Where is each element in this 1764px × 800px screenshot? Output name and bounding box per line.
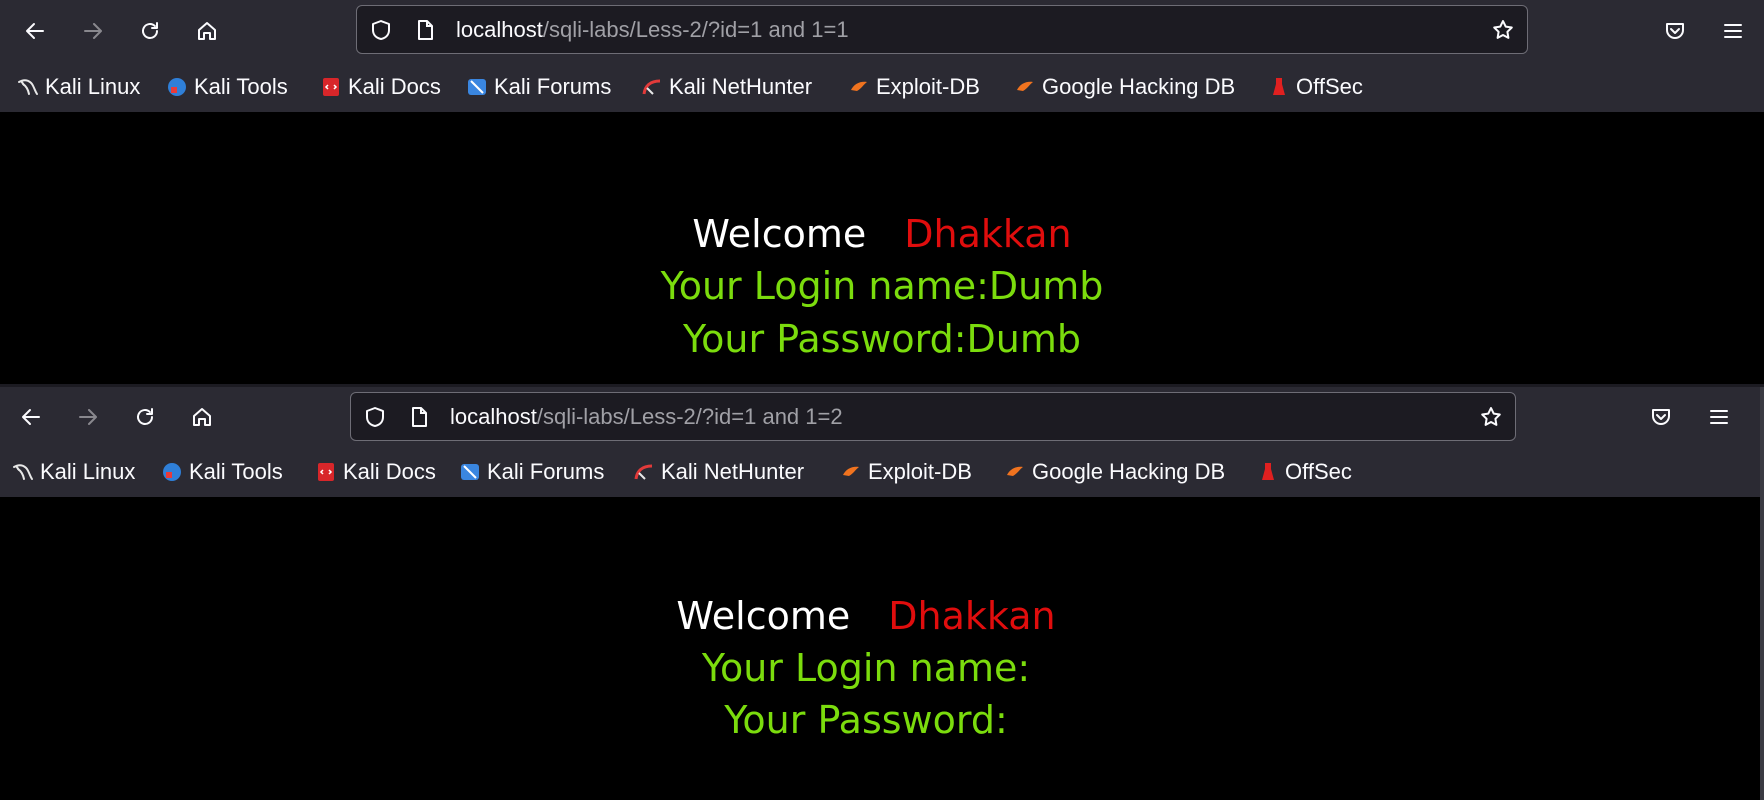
- bookmark-kali-tools[interactable]: Kali Tools: [161, 447, 283, 497]
- url-path: /sqli-labs/Less-2/?id=1 and 1=1: [542, 17, 849, 42]
- bookmark-kali-forums[interactable]: Kali Forums: [459, 447, 604, 497]
- bookmark-offsec[interactable]: OffSec: [1257, 447, 1352, 497]
- bookmark-star-icon[interactable]: [1479, 405, 1503, 429]
- exploit-db-icon: [840, 461, 862, 483]
- bookmark-kali-forums[interactable]: Kali Forums: [466, 62, 611, 112]
- bookmark-label: OffSec: [1285, 459, 1352, 484]
- kali-nethunter-icon: [641, 76, 663, 98]
- bookmark-kali-docs[interactable]: Kali Docs: [315, 447, 436, 497]
- kali-nethunter-icon: [633, 461, 655, 483]
- bookmark-label: Kali Forums: [494, 74, 612, 99]
- bookmark-kali-nethunter[interactable]: Kali NetHunter: [641, 62, 812, 112]
- home-icon[interactable]: [187, 11, 227, 51]
- url-path: /sqli-labs/Less-2/?id=1 and 1=2: [536, 404, 843, 429]
- back-arrow-icon[interactable]: [11, 397, 51, 437]
- bookmark-offsec[interactable]: OffSec: [1268, 62, 1363, 112]
- ghdb-icon: [1014, 76, 1036, 98]
- welcome-text: Welcome: [692, 212, 867, 256]
- bookmark-kali-linux[interactable]: Kali Linux: [17, 62, 140, 112]
- kali-docs-icon: [315, 461, 337, 483]
- bookmark-kali-linux[interactable]: Kali Linux: [12, 447, 135, 497]
- bookmark-star-icon[interactable]: [1491, 18, 1515, 42]
- url-text[interactable]: localhost/sqli-labs/Less-2/?id=1 and 1=2: [450, 393, 843, 440]
- bookmark-label: Kali Tools: [194, 74, 288, 99]
- url-host: localhost: [450, 404, 537, 429]
- bookmark-google-hacking-db[interactable]: Google Hacking DB: [1014, 62, 1235, 112]
- bookmark-label: Google Hacking DB: [1042, 74, 1236, 99]
- offsec-icon: [1257, 461, 1279, 483]
- window-edge: [1760, 387, 1764, 800]
- bookmark-exploit-db[interactable]: Exploit-DB: [840, 447, 972, 497]
- browser-window-1: localhost/sqli-labs/Less-2/?id=1 and 1=1…: [0, 0, 1764, 384]
- url-bar[interactable]: localhost/sqli-labs/Less-2/?id=1 and 1=1: [356, 5, 1528, 54]
- forward-arrow-icon[interactable]: [73, 11, 113, 51]
- bookmark-label: Exploit-DB: [868, 459, 972, 484]
- url-host: localhost: [456, 17, 543, 42]
- hamburger-menu-icon[interactable]: [1713, 11, 1753, 51]
- kali-docs-icon: [320, 76, 342, 98]
- home-icon[interactable]: [182, 397, 222, 437]
- bookmark-kali-tools[interactable]: Kali Tools: [166, 62, 288, 112]
- bookmark-google-hacking-db[interactable]: Google Hacking DB: [1004, 447, 1225, 497]
- kali-forums-icon: [459, 461, 481, 483]
- navigation-toolbar: localhost/sqli-labs/Less-2/?id=1 and 1=2: [0, 387, 1764, 449]
- reload-icon[interactable]: [130, 11, 170, 51]
- bookmark-label: Kali Linux: [45, 74, 141, 99]
- welcome-line: Welcome Dhakkan: [0, 590, 1748, 642]
- url-bar[interactable]: localhost/sqli-labs/Less-2/?id=1 and 1=2: [350, 392, 1516, 441]
- offsec-icon: [1268, 76, 1290, 98]
- page-content: Welcome Dhakkan Your Login name:Dumb Your…: [0, 112, 1764, 384]
- password-line: Your Password:: [724, 698, 1008, 742]
- page-info-icon[interactable]: [413, 18, 437, 42]
- login-name-line: Your Login name:: [701, 646, 1031, 690]
- kali-forums-icon: [466, 76, 488, 98]
- bookmarks-toolbar: Kali Linux Kali Tools Kali Docs Kali For…: [0, 447, 1764, 497]
- tracking-shield-icon[interactable]: [369, 18, 393, 42]
- page-info-icon[interactable]: [407, 405, 431, 429]
- bookmark-label: Kali Tools: [189, 459, 283, 484]
- user-name: Dhakkan: [888, 594, 1056, 638]
- bookmarks-toolbar: Kali Linux Kali Tools Kali Docs Kali For…: [0, 62, 1764, 112]
- browser-window-2: localhost/sqli-labs/Less-2/?id=1 and 1=2…: [0, 384, 1764, 800]
- reload-icon[interactable]: [125, 397, 165, 437]
- navigation-toolbar: localhost/sqli-labs/Less-2/?id=1 and 1=1: [0, 0, 1764, 62]
- forward-arrow-icon[interactable]: [68, 397, 108, 437]
- pocket-icon[interactable]: [1641, 397, 1681, 437]
- bookmark-label: Kali Docs: [348, 74, 441, 99]
- welcome-line: Welcome Dhakkan: [0, 208, 1764, 260]
- bookmark-label: OffSec: [1296, 74, 1363, 99]
- user-name: Dhakkan: [904, 212, 1072, 256]
- kali-dragon-icon: [17, 76, 39, 98]
- ghdb-icon: [1004, 461, 1026, 483]
- bookmark-label: Exploit-DB: [876, 74, 980, 99]
- kali-tools-icon: [161, 461, 183, 483]
- exploit-db-icon: [848, 76, 870, 98]
- bookmark-kali-nethunter[interactable]: Kali NetHunter: [633, 447, 804, 497]
- bookmark-label: Kali NetHunter: [669, 74, 813, 99]
- bookmark-label: Kali NetHunter: [661, 459, 805, 484]
- password-line: Your Password:Dumb: [683, 317, 1081, 361]
- tracking-shield-icon[interactable]: [363, 405, 387, 429]
- bookmark-label: Kali Docs: [343, 459, 436, 484]
- bookmark-label: Kali Linux: [40, 459, 136, 484]
- back-arrow-icon[interactable]: [15, 11, 55, 51]
- url-text[interactable]: localhost/sqli-labs/Less-2/?id=1 and 1=1: [456, 6, 849, 53]
- kali-tools-icon: [166, 76, 188, 98]
- bookmark-label: Kali Forums: [487, 459, 605, 484]
- bookmark-exploit-db[interactable]: Exploit-DB: [848, 62, 980, 112]
- bookmark-label: Google Hacking DB: [1032, 459, 1226, 484]
- bookmark-kali-docs[interactable]: Kali Docs: [320, 62, 441, 112]
- login-name-line: Your Login name:Dumb: [660, 264, 1104, 308]
- page-content: Welcome Dhakkan Your Login name: Your Pas…: [0, 497, 1764, 800]
- hamburger-menu-icon[interactable]: [1699, 397, 1739, 437]
- pocket-icon[interactable]: [1655, 11, 1695, 51]
- kali-dragon-icon: [12, 461, 34, 483]
- welcome-text: Welcome: [676, 594, 851, 638]
